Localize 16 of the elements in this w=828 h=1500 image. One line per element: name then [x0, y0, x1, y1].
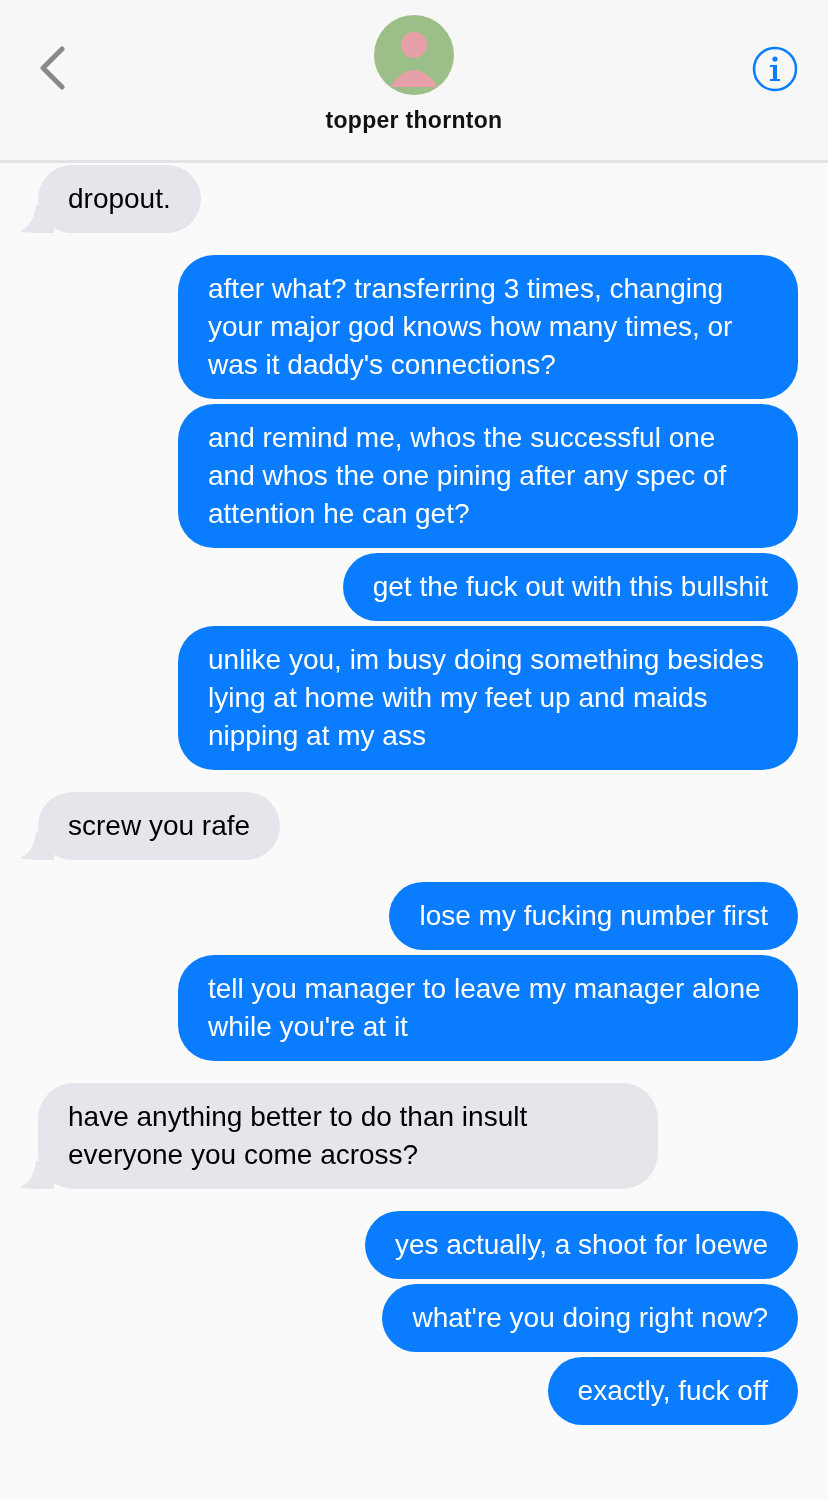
back-chevron-icon[interactable]: [38, 46, 66, 90]
sent-message: and remind me, whos the successful one and whos the one pining after any spec of attention he can get?: [178, 404, 798, 548]
avatar[interactable]: [374, 15, 454, 95]
sent-message: yes actually, a shoot for loewe: [365, 1211, 798, 1279]
received-message: dropout.: [38, 165, 201, 233]
sent-message: exactly, fuck off: [547, 1357, 798, 1425]
sent-message: get the fuck out with this bullshit: [342, 553, 798, 621]
sent-message: tell you manager to leave my manager alone while you're at it: [178, 955, 798, 1061]
sent-message: unlike you, im busy doing something besides lying at home with my feet up and maids nipping at my ass: [178, 626, 798, 770]
sent-message: after what? transferring 3 times, changing your major god knows how many times, or was it daddy's connections?: [178, 255, 798, 399]
received-message: screw you rafe: [38, 792, 281, 860]
received-message: have anything better to do than insult everyone you come across?: [38, 1083, 658, 1189]
sent-message: lose my fucking number first: [389, 882, 798, 950]
contact-name: topper thornton: [325, 107, 503, 134]
info-icon[interactable]: [752, 46, 798, 92]
sent-message: what're you doing right now?: [382, 1284, 798, 1352]
